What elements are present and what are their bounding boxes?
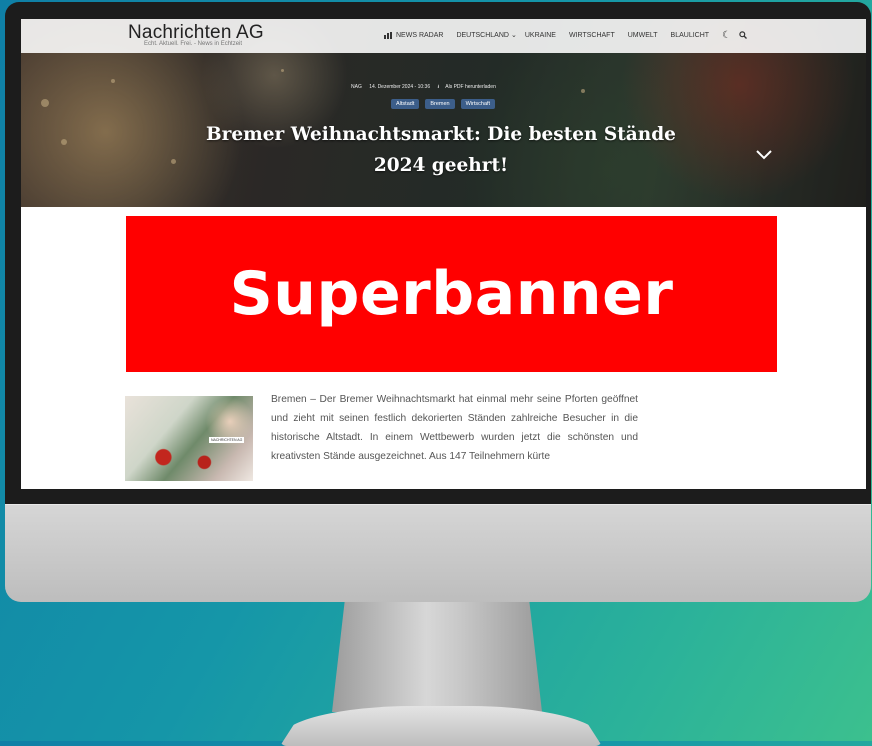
nav-item-wirtschaft[interactable]: WIRTSCHAFT <box>569 32 615 39</box>
article-meta: NAG 14. Dezember 2024 - 10:36 ⭳ Als PDF h… <box>351 84 502 92</box>
pdf-download-icon[interactable]: ⭳ <box>438 84 440 90</box>
site-tagline: Echt. Aktuell. Frei. - News in Echtzeit <box>144 41 243 47</box>
article-thumbnail[interactable]: NACHRICHTEN AG <box>125 396 253 481</box>
monitor-stand-base <box>280 706 602 746</box>
nav-item-news-radar[interactable]: NEWS RADAR <box>396 32 443 39</box>
nav-item-ukraine[interactable]: UKRAINE <box>525 32 556 39</box>
monitor-screen: Nachrichten AG Echt. Aktuell. Frei. - Ne… <box>21 19 866 489</box>
superbanner-label: Superbanner <box>229 259 674 329</box>
tag-wirtschaft[interactable]: Wirtschaft <box>460 99 496 109</box>
search-icon[interactable] <box>739 31 747 40</box>
pdf-download-link[interactable]: Als PDF herunterladen <box>445 84 496 90</box>
thumbnail-watermark: NACHRICHTEN AG <box>209 437 245 443</box>
headline-line-1: Bremer Weihnachtsmarkt: Die besten Ständ… <box>206 124 676 145</box>
moon-icon[interactable]: ☾ <box>722 31 731 41</box>
article-tags: Altstadt Bremen Wirtschaft <box>391 99 496 109</box>
article-author[interactable]: NAG <box>351 84 362 90</box>
tag-bremen[interactable]: Bremen <box>425 99 455 109</box>
nav-item-blaulicht[interactable]: BLAULICHT <box>671 32 710 39</box>
chevron-down-icon[interactable] <box>756 146 772 162</box>
headline-line-2: 2024 geehrt! <box>373 155 509 176</box>
article-date: 14. Dezember 2024 - 10:36 <box>369 84 431 90</box>
monitor-stand-neck <box>332 602 542 712</box>
article-body: Bremen – Der Bremer Weihnachtsmarkt hat … <box>271 394 638 462</box>
article-headline: Bremer Weihnachtsmarkt: Die besten Ständ… <box>161 119 721 181</box>
main-navigation: NEWS RADAR DEUTSCHLAND ⌄ UKRAINE WIRTSCH… <box>384 31 755 41</box>
chevron-down-icon[interactable]: ⌄ <box>511 32 517 39</box>
nav-item-deutschland[interactable]: DEUTSCHLAND <box>456 32 509 39</box>
site-topbar: Nachrichten AG Echt. Aktuell. Frei. - Ne… <box>21 19 866 53</box>
radar-icon <box>384 31 393 40</box>
nav-item-umwelt[interactable]: UMWELT <box>628 32 658 39</box>
tag-altstadt[interactable]: Altstadt <box>391 99 420 109</box>
monitor-chin <box>5 504 871 602</box>
hero-header: Nachrichten AG Echt. Aktuell. Frei. - Ne… <box>21 19 866 207</box>
superbanner-ad[interactable]: Superbanner <box>126 216 777 372</box>
